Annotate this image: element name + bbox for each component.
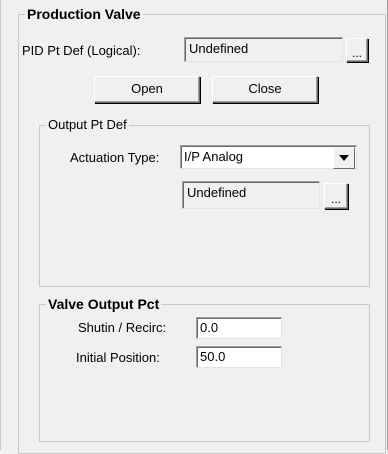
chevron-down-icon (339, 155, 349, 161)
output-point-browse-button[interactable]: ... (324, 183, 348, 209)
initial-position-input[interactable]: 50.0 (196, 346, 282, 368)
actuation-type-select[interactable]: I/P Analog (180, 145, 357, 169)
valve-output-pct-title: Valve Output Pct (46, 296, 162, 312)
dropdown-arrow-button[interactable] (333, 147, 355, 169)
window-left-edge (0, 0, 1, 450)
output-pt-def-title: Output Pt Def (46, 117, 129, 133)
production-valve-title: Production Valve (25, 6, 143, 22)
initial-position-label: Initial Position: (76, 350, 160, 365)
actuation-type-value: I/P Analog (184, 149, 244, 164)
pid-pt-def-label: PID Pt Def (Logical): (22, 43, 141, 58)
open-button[interactable]: Open (94, 76, 200, 103)
shutin-recirc-label: Shutin / Recirc: (78, 320, 167, 335)
pid-pt-def-browse-button[interactable]: ... (346, 38, 368, 62)
pid-pt-def-field: Undefined (184, 37, 343, 62)
close-button[interactable]: Close (212, 76, 318, 103)
shutin-recirc-input[interactable]: 0.0 (196, 317, 282, 339)
actuation-type-label: Actuation Type: (70, 150, 160, 165)
output-point-field: Undefined (182, 181, 320, 209)
